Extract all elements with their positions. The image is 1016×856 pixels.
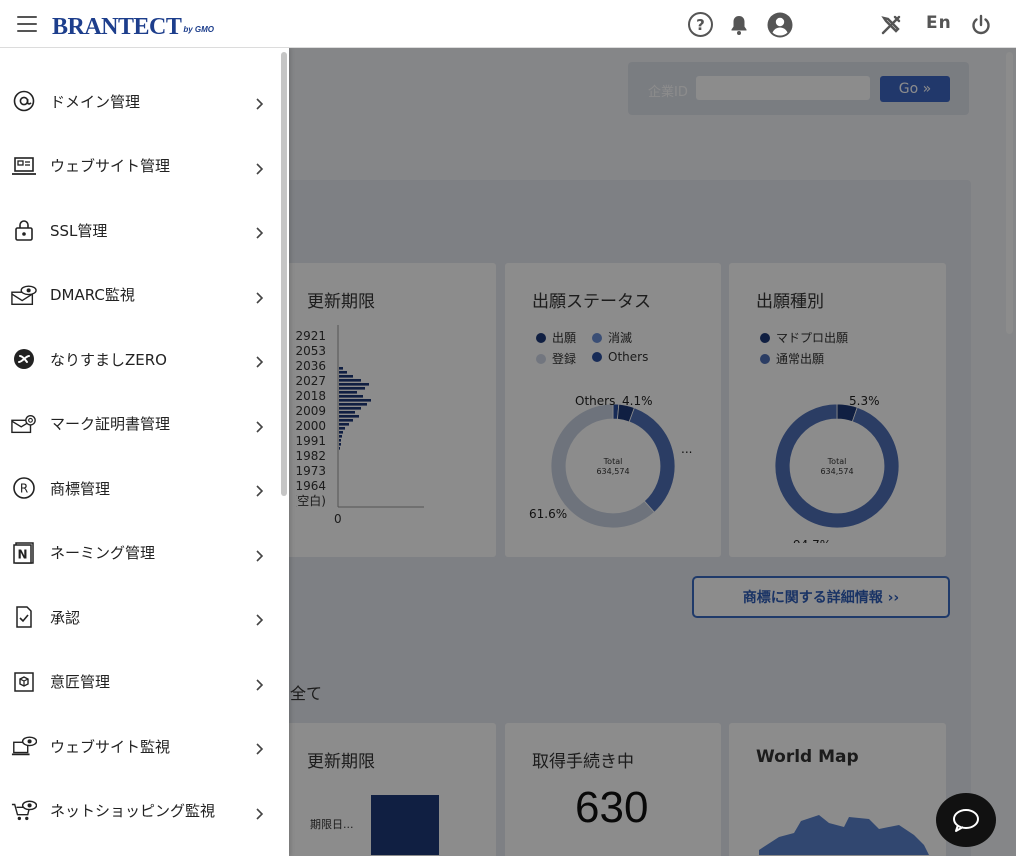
logo-sub: by GMO <box>183 25 215 34</box>
website-icon <box>11 153 37 179</box>
language-toggle[interactable]: En <box>926 13 952 33</box>
chevron-right-icon <box>254 740 264 755</box>
lock-icon <box>11 217 37 243</box>
sidebar-item[interactable]: 意匠管理 <box>0 650 280 714</box>
power-icon[interactable] <box>968 12 994 38</box>
chevron-right-icon <box>254 95 264 110</box>
page-scrollbar-thumb[interactable] <box>1006 52 1013 334</box>
sidebar-item-label: マーク証明書管理 <box>50 415 171 433</box>
sidebar-item-label: ドメイン管理 <box>50 92 141 111</box>
chat-button[interactable] <box>936 793 996 847</box>
website-eye-icon <box>11 733 37 759</box>
mail-eye-icon <box>11 282 37 308</box>
menu-icon[interactable] <box>17 16 37 32</box>
sidebar-item[interactable]: SSL管理 <box>0 198 280 262</box>
sidebar-item-label: ネットショッピング監視 <box>50 802 216 820</box>
naming-icon: N <box>11 540 37 566</box>
sidebar-item-label: ネーミング管理 <box>50 544 156 562</box>
sidebar-item[interactable]: ドメイン管理 <box>0 69 280 133</box>
approval-icon <box>11 604 37 630</box>
chevron-right-icon <box>254 547 264 562</box>
chat-bubble-icon <box>953 809 979 832</box>
sidebar-item-label: ウェブサイト管理 <box>50 157 171 175</box>
bell-icon[interactable] <box>726 12 752 38</box>
sidebar-item[interactable]: DMARC監視 <box>0 263 280 327</box>
sidebar-item-label: 商標管理 <box>50 479 111 498</box>
app-header: BRANTECT by GMO ? En <box>0 0 1016 48</box>
logo-text: BRANTECT <box>52 14 182 40</box>
svg-text:N: N <box>17 547 27 561</box>
sidebar-item[interactable]: ウェブサイト監視 <box>0 714 280 778</box>
chevron-right-icon <box>254 482 264 497</box>
registered-icon: R <box>11 475 37 501</box>
mail-certificate-icon <box>11 411 37 437</box>
chevron-right-icon <box>254 353 264 368</box>
sidebar-item[interactable]: マーク証明書管理 <box>0 392 280 456</box>
sidebar-item-label: SSL管理 <box>50 221 108 240</box>
sidebar-drawer: ドメイン管理ウェブサイト管理 SSL管理 DMARC監視なりすましZERO マーク証明… <box>0 48 289 856</box>
cart-eye-icon <box>11 798 37 824</box>
brand-logo[interactable]: BRANTECT by GMO <box>52 10 214 40</box>
sidebar-item-label: 承認 <box>50 608 81 627</box>
sidebar-item-label: なりすましZERO <box>50 350 167 369</box>
help-icon[interactable]: ? <box>688 12 713 37</box>
page-scrollbar[interactable] <box>1002 48 1016 856</box>
chevron-right-icon <box>254 289 264 304</box>
tools-icon[interactable] <box>878 12 904 38</box>
chevron-right-icon <box>254 676 264 691</box>
sidebar-item[interactable]: なりすましZERO <box>0 327 280 391</box>
sidebar-item-label: DMARC監視 <box>50 286 135 304</box>
chevron-right-icon <box>254 224 264 239</box>
at-icon <box>11 88 37 114</box>
user-icon[interactable] <box>767 12 793 38</box>
sidebar-item[interactable]: 承認 <box>0 585 280 649</box>
sidebar-item-label: ウェブサイト監視 <box>50 737 171 756</box>
chevron-right-icon <box>254 418 264 433</box>
sidebar-item[interactable]: N ネーミング管理 <box>0 521 280 585</box>
sidebar-item[interactable]: R 商標管理 <box>0 456 280 520</box>
svg-text:R: R <box>20 482 28 496</box>
chevron-right-icon <box>254 805 264 820</box>
sidebar-item[interactable]: ウェブサイト管理 <box>0 134 280 198</box>
chevron-right-icon <box>254 611 264 626</box>
sidebar-item-label: 意匠管理 <box>50 673 111 691</box>
design-icon <box>11 669 37 695</box>
sidebar-scrollbar[interactable] <box>281 52 287 496</box>
spoof-zero-icon <box>11 346 37 372</box>
chevron-right-icon <box>254 160 264 175</box>
sidebar-item[interactable]: ネットショッピング監視 <box>0 779 280 843</box>
